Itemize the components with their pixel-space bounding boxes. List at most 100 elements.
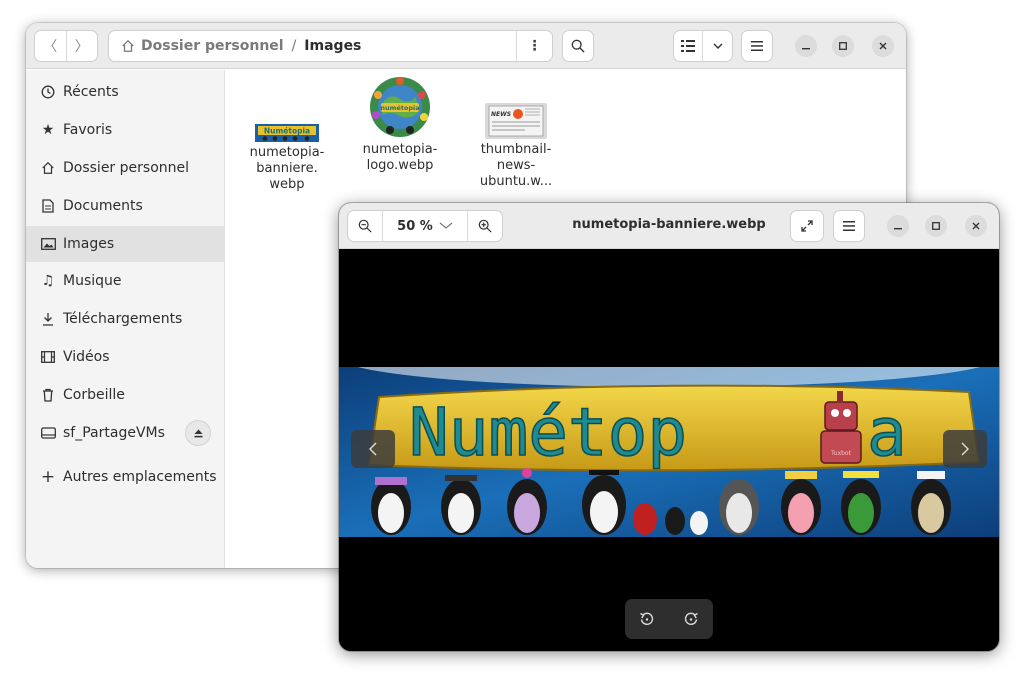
file-item[interactable]: Numétopia numetopia- banniere. webp bbox=[237, 124, 337, 193]
path-parent[interactable]: Dossier personnel bbox=[141, 38, 284, 54]
image-canvas: Numétop a Tuxbot bbox=[339, 250, 999, 651]
drive-icon bbox=[40, 425, 56, 441]
close-icon bbox=[972, 222, 980, 230]
maximize-button[interactable] bbox=[925, 215, 947, 237]
close-button[interactable] bbox=[872, 35, 894, 57]
music-icon: ♫ bbox=[41, 273, 55, 289]
svg-text:a: a bbox=[867, 394, 907, 471]
sidebar: Récents ★ Favoris Dossier personnel Docu… bbox=[26, 70, 225, 568]
eject-icon bbox=[194, 429, 202, 437]
image-viewer-headerbar: 50 % numetopia-banniere.webp bbox=[339, 203, 999, 249]
sidebar-item-label: Dossier personnel bbox=[63, 160, 190, 176]
navigation-buttons: 〈 〉 bbox=[34, 30, 98, 62]
main-menu-button[interactable] bbox=[741, 30, 773, 62]
file-item[interactable]: NEWS thumbnail- news- ubuntu.w... bbox=[466, 103, 566, 190]
star-icon: ★ bbox=[41, 122, 55, 138]
sidebar-item-label: Corbeille bbox=[63, 387, 125, 403]
sidebar-item-label: Téléchargements bbox=[63, 311, 183, 327]
zoom-level: 50 % bbox=[397, 218, 433, 234]
rotate-left-button[interactable] bbox=[632, 604, 662, 634]
zoom-out-button[interactable] bbox=[348, 211, 382, 241]
document-icon bbox=[40, 198, 56, 214]
list-view-button[interactable] bbox=[674, 31, 704, 61]
sidebar-item-music[interactable]: ♫ Musique bbox=[26, 263, 225, 299]
chevron-down-icon bbox=[439, 222, 453, 229]
path-separator: / bbox=[291, 38, 297, 54]
sidebar-item-label: Récents bbox=[63, 84, 119, 100]
previous-image-button[interactable] bbox=[351, 430, 395, 468]
chevron-down-icon bbox=[713, 43, 722, 49]
close-button[interactable] bbox=[965, 215, 987, 237]
zoom-out-icon bbox=[358, 219, 372, 233]
file-name: numetopia- banniere. webp bbox=[249, 145, 325, 192]
search-button[interactable] bbox=[562, 30, 594, 62]
sidebar-item-other-locations[interactable]: + Autres emplacements bbox=[26, 459, 225, 495]
sidebar-item-downloads[interactable]: Téléchargements bbox=[26, 301, 225, 337]
next-image-button[interactable] bbox=[943, 430, 987, 468]
maximize-button[interactable] bbox=[832, 35, 854, 57]
svg-text:Numétop: Numétop bbox=[409, 394, 687, 471]
svg-text:numétopia: numétopia bbox=[380, 104, 419, 112]
rotate-right-icon bbox=[684, 612, 698, 625]
file-name: thumbnail- news- ubuntu.w... bbox=[479, 142, 553, 189]
maximize-icon bbox=[932, 222, 940, 230]
minimize-icon bbox=[894, 228, 902, 230]
clock-icon bbox=[40, 84, 56, 100]
expand-icon bbox=[801, 220, 813, 232]
minimize-icon bbox=[802, 48, 810, 50]
minimize-button[interactable] bbox=[795, 35, 817, 57]
rotate-left-icon bbox=[640, 612, 654, 625]
zoom-in-button[interactable] bbox=[468, 211, 502, 241]
sidebar-item-label: Favoris bbox=[63, 122, 113, 138]
sidebar-item-label: Documents bbox=[63, 198, 143, 214]
plus-icon: + bbox=[40, 467, 56, 487]
minimize-button[interactable] bbox=[887, 215, 909, 237]
file-manager-headerbar: 〈 〉 Dossier personnel / Images ⋮ bbox=[26, 23, 906, 69]
download-icon bbox=[40, 311, 56, 327]
sidebar-item-label: Autres emplacements bbox=[63, 469, 217, 485]
trash-icon bbox=[40, 387, 56, 403]
sidebar-item-recents[interactable]: Récents bbox=[26, 74, 225, 110]
home-icon bbox=[122, 39, 134, 52]
file-name: numetopia- logo.webp bbox=[362, 142, 438, 173]
sidebar-item-home[interactable]: Dossier personnel bbox=[26, 150, 225, 186]
image-viewer-window: 50 % numetopia-banniere.webp Numétop a T… bbox=[339, 203, 999, 651]
forward-button[interactable]: 〉 bbox=[65, 31, 98, 61]
rotate-toolbar bbox=[625, 599, 713, 639]
chevron-right-icon bbox=[961, 442, 969, 456]
sidebar-item-favorites[interactable]: ★ Favoris bbox=[26, 112, 225, 148]
view-options-dropdown[interactable] bbox=[703, 31, 732, 61]
path-current[interactable]: Images bbox=[304, 38, 361, 54]
zoom-in-icon bbox=[478, 219, 492, 233]
banner-image: Numétop a Tuxbot bbox=[339, 367, 999, 537]
file-item[interactable]: numétopia numetopia- logo.webp bbox=[350, 75, 450, 174]
svg-text:NEWS: NEWS bbox=[491, 111, 511, 118]
viewer-menu-button[interactable] bbox=[833, 210, 865, 242]
video-icon bbox=[40, 349, 56, 365]
home-icon bbox=[40, 160, 56, 176]
zoom-controls: 50 % bbox=[347, 210, 503, 242]
eject-button[interactable] bbox=[185, 420, 211, 446]
file-thumbnail: Numétopia bbox=[255, 124, 319, 142]
sidebar-item-label: Vidéos bbox=[63, 349, 110, 365]
back-button[interactable]: 〈 bbox=[35, 31, 66, 61]
sidebar-item-documents[interactable]: Documents bbox=[26, 188, 225, 224]
path-menu-button[interactable]: ⋮ bbox=[516, 31, 552, 61]
svg-text:Tuxbot: Tuxbot bbox=[830, 450, 852, 457]
sidebar-item-videos[interactable]: Vidéos bbox=[26, 339, 225, 375]
file-thumbnail: numétopia bbox=[370, 77, 430, 137]
sidebar-item-trash[interactable]: Corbeille bbox=[26, 377, 225, 413]
file-thumbnail: NEWS bbox=[485, 103, 547, 139]
view-toggle-group bbox=[673, 30, 733, 62]
image-icon bbox=[40, 236, 56, 252]
sidebar-item-shared-drive[interactable]: sf_PartageVMs bbox=[26, 415, 225, 451]
maximize-icon bbox=[839, 42, 847, 50]
close-icon bbox=[879, 42, 887, 50]
rotate-right-button[interactable] bbox=[676, 604, 706, 634]
search-icon bbox=[571, 39, 585, 53]
path-bar[interactable]: Dossier personnel / Images ⋮ bbox=[108, 30, 553, 62]
image-viewer-title: numetopia-banniere.webp bbox=[572, 217, 766, 232]
zoom-level-dropdown[interactable]: 50 % bbox=[382, 211, 468, 241]
sidebar-item-images[interactable]: Images bbox=[26, 226, 225, 262]
fullscreen-button[interactable] bbox=[790, 210, 824, 242]
